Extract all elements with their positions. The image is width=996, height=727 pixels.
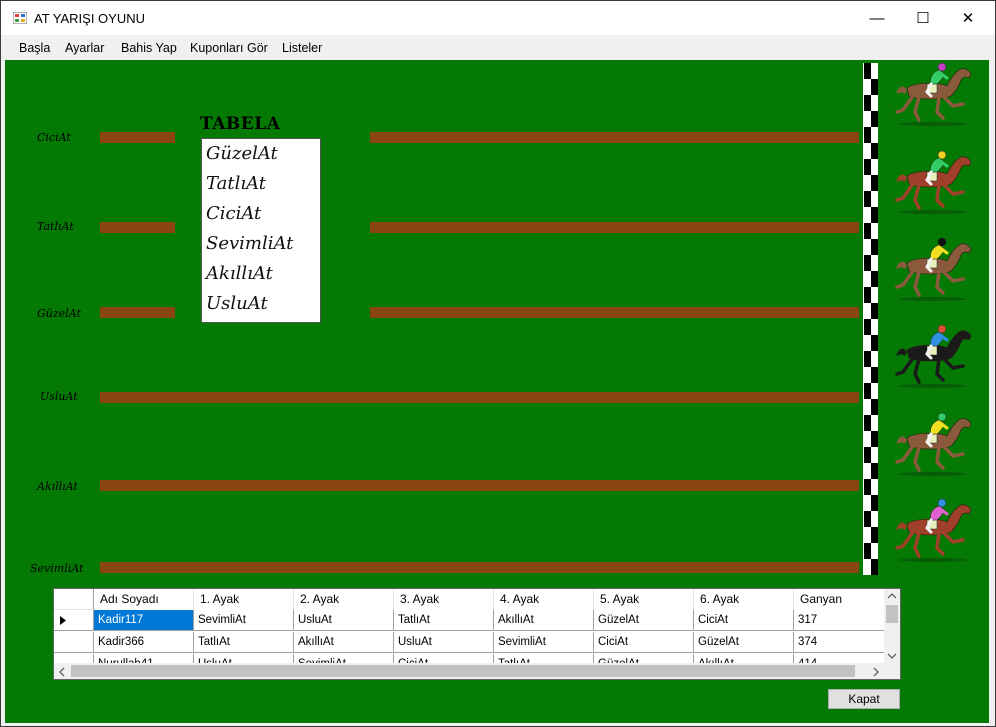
tabela-item-2: TatlıAt	[206, 173, 267, 194]
lane-label-5: AkıllıAt	[37, 480, 78, 493]
table-cell[interactable]: GüzelAt	[694, 632, 794, 653]
row-header[interactable]	[54, 632, 94, 653]
table-cell[interactable]: AkıllıAt	[494, 610, 594, 631]
column-header[interactable]: 3. Ayak	[394, 589, 494, 610]
table-cell[interactable]: SevimliAt	[494, 632, 594, 653]
vertical-scroll-thumb[interactable]	[886, 605, 898, 623]
close-window-button[interactable]: ✕	[945, 1, 991, 35]
table-cell[interactable]: TatlıAt	[394, 610, 494, 631]
scroll-up-icon[interactable]	[887, 592, 897, 600]
tabela-item-1: GüzelAt	[206, 143, 278, 164]
maximize-button[interactable]: ☐	[900, 1, 946, 35]
table-cell[interactable]: CiciAt	[594, 632, 694, 653]
table-cell[interactable]: GüzelAt	[594, 610, 694, 631]
finish-line	[863, 63, 878, 575]
grid-corner	[54, 589, 94, 610]
column-header[interactable]: Adı Soyadı	[94, 589, 194, 610]
lane-bar	[370, 132, 859, 143]
minimize-icon: —	[869, 9, 885, 27]
horizontal-scrollbar[interactable]	[54, 663, 884, 679]
menu-basla[interactable]: Başla	[19, 41, 50, 55]
lane-bar	[100, 562, 859, 573]
horse-icon	[895, 498, 972, 562]
column-header[interactable]: 5. Ayak	[594, 589, 694, 610]
close-button[interactable]: Kapat	[828, 689, 900, 709]
table-cell[interactable]: UsluAt	[294, 610, 394, 631]
horse-icon	[895, 237, 972, 301]
table-cell[interactable]: Kadir366	[94, 632, 194, 653]
tabela-title: TABELA	[200, 114, 281, 134]
lane-label-3: GüzelAt	[37, 307, 81, 320]
window-title: AT YARIŞI OYUNU	[34, 11, 146, 26]
lane-bar	[100, 480, 859, 491]
lane-label-2: TatlıAt	[37, 220, 74, 233]
horse-icon	[895, 62, 972, 126]
scroll-left-icon[interactable]	[58, 667, 66, 677]
table-cell[interactable]: 317	[794, 610, 886, 631]
lane-label-4: UsluAt	[40, 390, 78, 403]
row-header[interactable]	[54, 610, 94, 631]
app-icon	[13, 12, 27, 24]
menu-bar: Başla Ayarlar Bahis Yap Kuponları Gör Li…	[1, 35, 995, 59]
tabela-item-4: SevimliAt	[206, 233, 294, 254]
lane-bar	[100, 392, 859, 403]
column-header[interactable]: 6. Ayak	[694, 589, 794, 610]
vertical-scrollbar[interactable]	[884, 589, 900, 665]
table-cell[interactable]: AkıllıAt	[294, 632, 394, 653]
lane-bar	[370, 222, 859, 233]
minimize-button[interactable]: —	[854, 1, 900, 35]
title-bar: AT YARIŞI OYUNU — ☐ ✕	[1, 1, 995, 35]
maximize-icon: ☐	[916, 10, 930, 27]
horse-icon	[895, 150, 972, 214]
table-cell[interactable]: CiciAt	[694, 610, 794, 631]
column-header[interactable]: 4. Ayak	[494, 589, 594, 610]
current-row-icon	[60, 616, 66, 625]
tabela-item-6: UsluAt	[206, 293, 268, 314]
tabela-list: GüzelAt TatlıAt CiciAt SevimliAt AkıllıA…	[201, 138, 321, 323]
menu-ayarlar[interactable]: Ayarlar	[65, 41, 104, 55]
main-window: AT YARIŞI OYUNU — ☐ ✕ Başla Ayarlar Bahi…	[0, 0, 996, 727]
horse-icon	[895, 324, 972, 388]
horizontal-scroll-thumb[interactable]	[71, 665, 855, 677]
lane-bar	[100, 222, 175, 233]
tabela-item-5: AkıllıAt	[206, 263, 273, 284]
scroll-right-icon[interactable]	[872, 667, 880, 677]
menu-kuponlari-gor[interactable]: Kuponları Gör	[190, 41, 268, 55]
lane-bar	[370, 307, 859, 318]
horse-icon	[895, 412, 972, 476]
lane-bar	[100, 307, 175, 318]
lane-label-1: CiciAt	[37, 131, 71, 144]
tabela-item-3: CiciAt	[206, 203, 262, 224]
column-header[interactable]: Ganyan	[794, 589, 886, 610]
table-cell[interactable]: Kadir117	[94, 610, 194, 631]
close-icon: ✕	[961, 10, 975, 27]
scroll-down-icon[interactable]	[887, 652, 897, 660]
lane-label-6: SevimliAt	[30, 562, 84, 575]
table-cell[interactable]: 374	[794, 632, 886, 653]
column-header[interactable]: 1. Ayak	[194, 589, 294, 610]
bets-grid[interactable]: Adı Soyadı 1. Ayak 2. Ayak 3. Ayak 4. Ayak 5.…	[53, 588, 901, 680]
scroll-corner	[882, 663, 900, 679]
table-cell[interactable]: UsluAt	[394, 632, 494, 653]
menu-listeler[interactable]: Listeler	[282, 41, 322, 55]
lane-bar	[100, 132, 175, 143]
table-cell[interactable]: TatlıAt	[194, 632, 294, 653]
menu-bahis-yap[interactable]: Bahis Yap	[121, 41, 177, 55]
column-header[interactable]: 2. Ayak	[294, 589, 394, 610]
table-cell[interactable]: SevimliAt	[194, 610, 294, 631]
